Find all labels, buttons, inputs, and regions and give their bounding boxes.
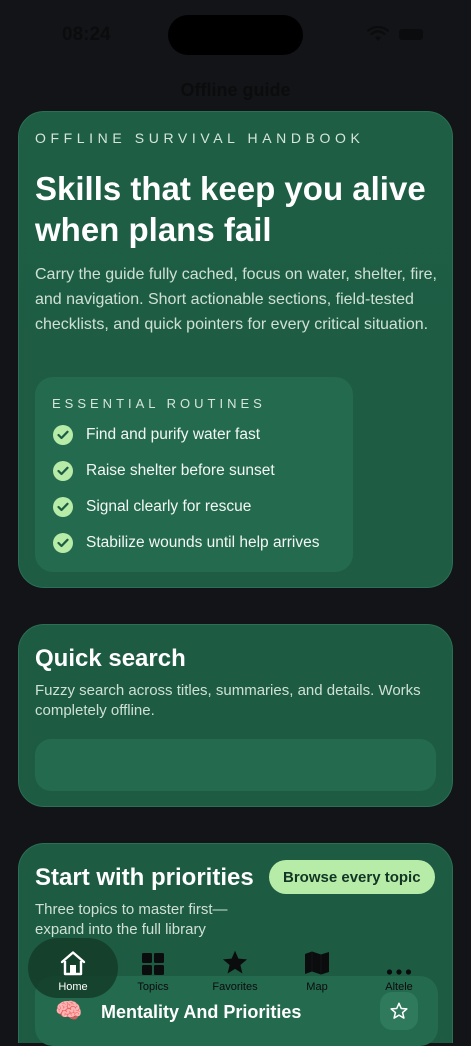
routine-label: Stabilize wounds until help arrives xyxy=(86,534,320,551)
wifi-icon xyxy=(367,26,389,42)
brain-icon: 🧠 xyxy=(55,998,83,1023)
routine-item: Find and purify water fast xyxy=(53,425,260,445)
routine-label: Raise shelter before sunset xyxy=(86,462,275,479)
hero-card: OFFLINE SURVIVAL HANDBOOK Skills that ke… xyxy=(18,111,453,588)
star-icon xyxy=(221,946,249,976)
status-bar: 08:24 xyxy=(0,0,471,70)
status-icons xyxy=(367,26,423,42)
tab-label: Home xyxy=(58,981,88,993)
quick-search-description: Fuzzy search across titles, summaries, a… xyxy=(35,682,421,719)
battery-icon xyxy=(399,28,423,40)
map-icon xyxy=(304,946,330,976)
check-icon xyxy=(53,533,73,553)
tab-label: Altele xyxy=(385,981,413,993)
priorities-title: Start with priorities xyxy=(35,864,254,891)
search-input[interactable] xyxy=(35,739,436,791)
routine-item: Stabilize wounds until help arrives xyxy=(53,533,319,553)
check-icon xyxy=(53,497,73,517)
tab-topics[interactable]: Topics xyxy=(110,938,196,998)
routine-label: Find and purify water fast xyxy=(86,426,261,443)
tab-map[interactable]: Map xyxy=(274,938,360,998)
nav-title: Offline guide xyxy=(180,80,291,100)
hero-eyebrow: OFFLINE SURVIVAL HANDBOOK xyxy=(35,130,365,146)
hero-title: Skills that keep you alive when plans fa… xyxy=(35,170,426,248)
tab-more[interactable]: Altele xyxy=(356,938,442,998)
tab-label: Map xyxy=(306,981,328,993)
browse-topics-button[interactable]: Browse every topic xyxy=(269,860,435,894)
dynamic-island xyxy=(168,15,303,55)
status-time: 08:24 xyxy=(62,24,111,45)
tab-favorites[interactable]: Favorites xyxy=(192,938,278,998)
routine-item: Signal clearly for rescue xyxy=(53,497,251,517)
tab-label: Favorites xyxy=(212,981,258,993)
routine-item: Raise shelter before sunset xyxy=(53,461,275,481)
topic-label: Mentality And Priorities xyxy=(101,1002,302,1022)
check-icon xyxy=(53,461,73,481)
star-outline-icon xyxy=(390,1002,408,1019)
grid-icon xyxy=(141,946,165,976)
home-icon xyxy=(59,946,87,976)
more-icon xyxy=(386,946,412,976)
check-icon xyxy=(53,425,73,445)
quick-search-title: Quick search xyxy=(35,645,186,672)
tab-home[interactable]: Home xyxy=(28,938,118,998)
routines-title: ESSENTIAL ROUTINES xyxy=(52,396,266,411)
quick-search-card: Quick search Fuzzy search across titles,… xyxy=(18,624,453,807)
hero-description: Carry the guide fully cached, focus on w… xyxy=(35,266,437,333)
tab-bar: Home Topics Favorites Map Altele xyxy=(22,938,450,998)
tab-label: Topics xyxy=(137,981,169,993)
priorities-description: Three topics to master first—expand into… xyxy=(35,901,228,938)
routine-label: Signal clearly for rescue xyxy=(86,498,252,515)
essential-routines-panel: ESSENTIAL ROUTINES Find and purify water… xyxy=(35,377,353,572)
